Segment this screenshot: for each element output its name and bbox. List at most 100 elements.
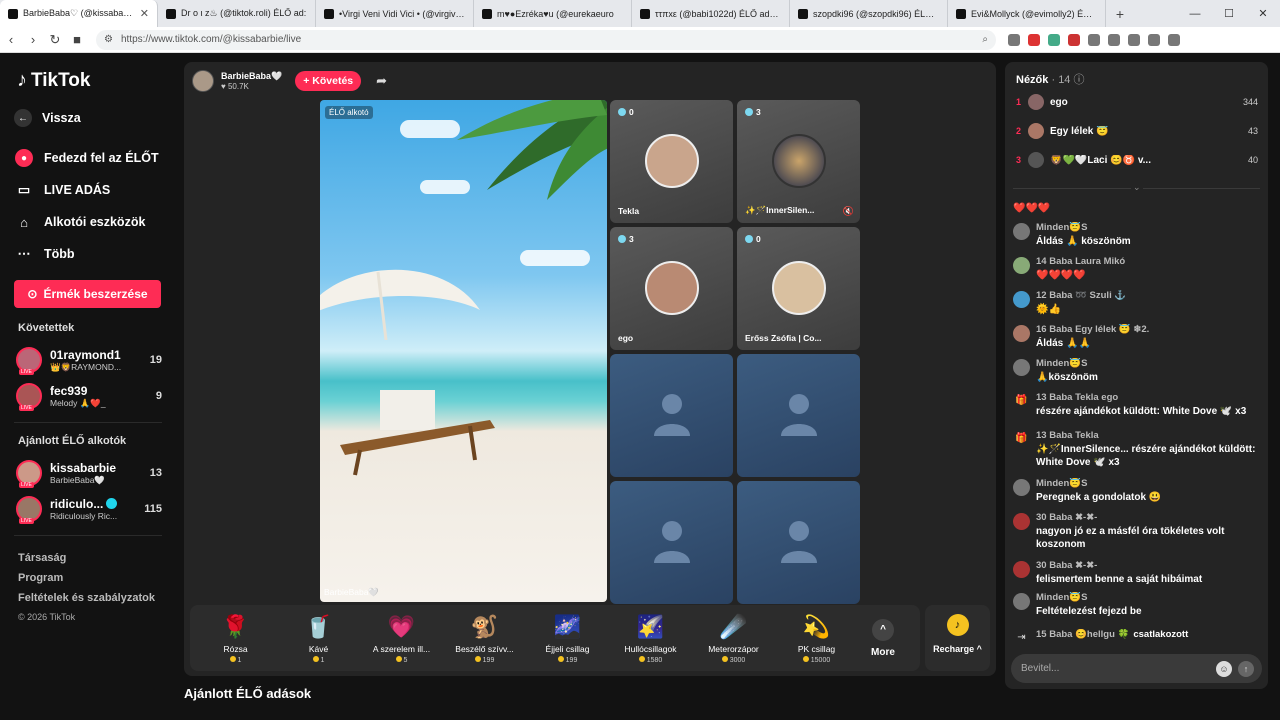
site-info-icon[interactable]: ⚙ — [104, 34, 113, 45]
nav-explore-live[interactable]: ● Fedezd fel az ÉLŐT — [14, 142, 162, 174]
gift-item[interactable]: ☄️ Meterorzápor 3000 — [692, 613, 775, 664]
gift-item[interactable]: 🥤 Kávé 1 — [277, 613, 360, 664]
browser-tab[interactable]: Dr o ι z♨ (@tiktok.roli) ÉLŐ ad: — [158, 0, 316, 27]
gift-item[interactable]: 🐒 Beszélő szívv... 199 — [443, 613, 526, 664]
verified-badge-icon — [106, 498, 118, 509]
extension-icon[interactable] — [1068, 33, 1080, 46]
tiktok-logo[interactable]: ♪ TikTok — [17, 69, 162, 92]
avatar[interactable] — [1013, 593, 1030, 610]
gift-item[interactable]: 💫 PK csillag 15000 — [775, 613, 858, 664]
forward-arrow-icon[interactable]: › — [22, 32, 44, 47]
guest-name: ✨🪄InnerSilen... — [745, 205, 815, 215]
night-star-icon: 🌌 — [553, 613, 582, 639]
send-icon[interactable]: ↑ — [1238, 660, 1254, 677]
host-name[interactable]: BarbieBaba🤍 — [221, 71, 282, 82]
back-arrow-icon[interactable]: ‹ — [0, 32, 22, 47]
profile-icon[interactable] — [1148, 33, 1160, 46]
guest-slot[interactable]: 0 Erőss Zsófia | Co... — [737, 227, 860, 350]
new-tab-button[interactable]: + — [1106, 6, 1134, 22]
gift-item[interactable]: 💗 A szerelem ill... 5 — [360, 613, 443, 664]
person-placeholder-icon — [781, 394, 817, 436]
beach-umbrella — [320, 269, 480, 340]
share-icon[interactable]: ➦ — [376, 73, 387, 89]
top-viewer-row[interactable]: 3 🦁💚🤍Laci 😊♉ v... 40 — [1016, 149, 1258, 171]
download-icon[interactable] — [1128, 33, 1140, 46]
empty-guest-slot[interactable] — [737, 354, 860, 477]
tiktok-favicon-icon — [166, 8, 176, 19]
nav-live-broadcast[interactable]: ▭ LIVE ADÁS — [14, 174, 162, 206]
guest-slot[interactable]: 3 ego — [610, 227, 733, 350]
coin-icon: ♪ — [946, 614, 969, 636]
browser-tab[interactable]: •Virgi Veni Vidi Vici • (@virgivenivic — [316, 0, 474, 27]
diamond-icon — [745, 235, 753, 243]
avatar — [16, 383, 42, 411]
recharge-button[interactable]: ♪ Recharge ^ — [925, 605, 990, 671]
empty-guest-slot[interactable] — [610, 481, 733, 604]
bookmark-icon[interactable]: ■ — [66, 32, 88, 47]
copyright: © 2026 TikTok — [18, 612, 76, 622]
gift-item[interactable]: 🌹 Rózsa 1 — [194, 613, 277, 664]
menu-icon[interactable] — [1168, 33, 1180, 46]
live-stage: BarbieBaba🤍 ♥ 50.7K + Követés ➦ ÉLŐ alko… — [184, 62, 996, 676]
browser-tab[interactable]: szopdki96 (@szopdki96) ÉLŐ adás — [790, 0, 948, 27]
avatar[interactable] — [1013, 325, 1030, 342]
nav-creator-tools[interactable]: ⌂ Alkotói eszközök — [14, 206, 162, 238]
browser-tab[interactable]: ττπxε (@babi1022d) ÉLŐ adásba — [632, 0, 790, 27]
browser-tab[interactable]: m♥●Ezréka♥u (@eurekaeuro — [474, 0, 632, 27]
footer-link-company[interactable]: Társaság — [14, 552, 162, 572]
meteor-shower-icon: ☄️ — [719, 613, 748, 639]
guest-slot[interactable]: 0 Tekla — [610, 100, 733, 223]
minimize-icon[interactable]: — — [1178, 8, 1212, 20]
nav-more[interactable]: ⋯ Több — [14, 238, 162, 270]
love-potion-icon: 💗 — [387, 613, 416, 639]
gift-item[interactable]: 🌠 Hullócsillagok 1580 — [609, 613, 692, 664]
avatar[interactable] — [1013, 223, 1030, 240]
follow-button[interactable]: + Követés — [295, 71, 362, 91]
chat-input[interactable]: Bevitel... ☺ ↑ — [1011, 654, 1262, 683]
following-account[interactable]: fec939Melody 🙏❤️_ 9 — [14, 378, 162, 414]
close-tab-icon[interactable]: ✕ — [140, 7, 149, 20]
puzzle-icon[interactable] — [1088, 33, 1100, 46]
close-window-icon[interactable]: ✕ — [1246, 7, 1280, 20]
url-field[interactable]: ⚙ https://www.tiktok.com/@kissabarbie/li… — [96, 29, 996, 50]
extension-icon[interactable] — [1048, 33, 1060, 46]
zoom-icon[interactable]: ⌕ — [982, 34, 988, 45]
url-text[interactable]: https://www.tiktok.com/@kissabarbie/live — [121, 34, 974, 45]
top-viewer-row[interactable]: 2 Egy lélek 😇 43 — [1016, 120, 1258, 142]
sidebar-icon[interactable] — [1108, 33, 1120, 46]
recommended-account[interactable]: ridiculo...Ridiculously Ric... 115 — [14, 491, 162, 527]
chat-join-message: ⇥ 15 Baba 😊hellgu 🍀 csatlakozott — [1013, 629, 1263, 646]
emoji-icon[interactable]: ☺ — [1216, 660, 1232, 677]
avatar[interactable] — [1013, 513, 1030, 530]
avatar[interactable] — [1013, 257, 1030, 274]
following-account[interactable]: 01raymond1👑🦁RAYMOND... 19 — [14, 342, 162, 378]
browser-tab[interactable]: BarbieBaba♡ (@kissabarbie ✕ — [0, 0, 158, 27]
top-viewer-row[interactable]: 1 ego 344 — [1016, 91, 1258, 113]
tiktok-note-icon: ♪ — [17, 69, 27, 91]
footer-link-terms[interactable]: Feltételek és szabályzatok — [14, 592, 162, 612]
avatar[interactable] — [1013, 479, 1030, 496]
avatar[interactable] — [1013, 561, 1030, 578]
shield-icon[interactable] — [1008, 33, 1020, 46]
chevron-down-icon[interactable]: ⌄ — [1131, 182, 1143, 193]
host-avatar[interactable] — [192, 70, 214, 92]
host-video[interactable]: ÉLŐ alkotó BarbieBaba🤍 — [320, 100, 607, 602]
guest-slot[interactable]: 3 ✨🪄InnerSilen... 🔇 — [737, 100, 860, 223]
empty-guest-slot[interactable] — [737, 481, 860, 604]
avatar[interactable] — [1013, 291, 1030, 308]
recommended-account[interactable]: kissabarbieBarbieBaba🤍 13 — [14, 455, 162, 491]
get-coins-button[interactable]: ⊙ Érmék beszerzése — [14, 280, 161, 308]
browser-tab[interactable]: Evi&Mollyck (@evimolly2) ÉLŐ adás — [948, 0, 1106, 27]
back-button[interactable]: ← Vissza — [14, 102, 162, 134]
footer-link-program[interactable]: Program — [14, 572, 162, 592]
info-icon[interactable]: ⓘ — [1074, 74, 1085, 86]
gift-item[interactable]: 🌌 Éjjeli csillag 199 — [526, 613, 609, 664]
empty-guest-slot[interactable] — [610, 354, 733, 477]
avatar[interactable] — [1013, 359, 1030, 376]
maximize-icon[interactable]: ☐ — [1212, 7, 1246, 20]
chat-input-placeholder[interactable]: Bevitel... — [1021, 663, 1216, 674]
more-gifts-button[interactable]: ^ More — [858, 618, 908, 658]
triangle-extension-icon[interactable] — [1028, 33, 1040, 46]
reload-icon[interactable]: ↻ — [44, 32, 66, 48]
cloud-shape — [520, 250, 590, 266]
